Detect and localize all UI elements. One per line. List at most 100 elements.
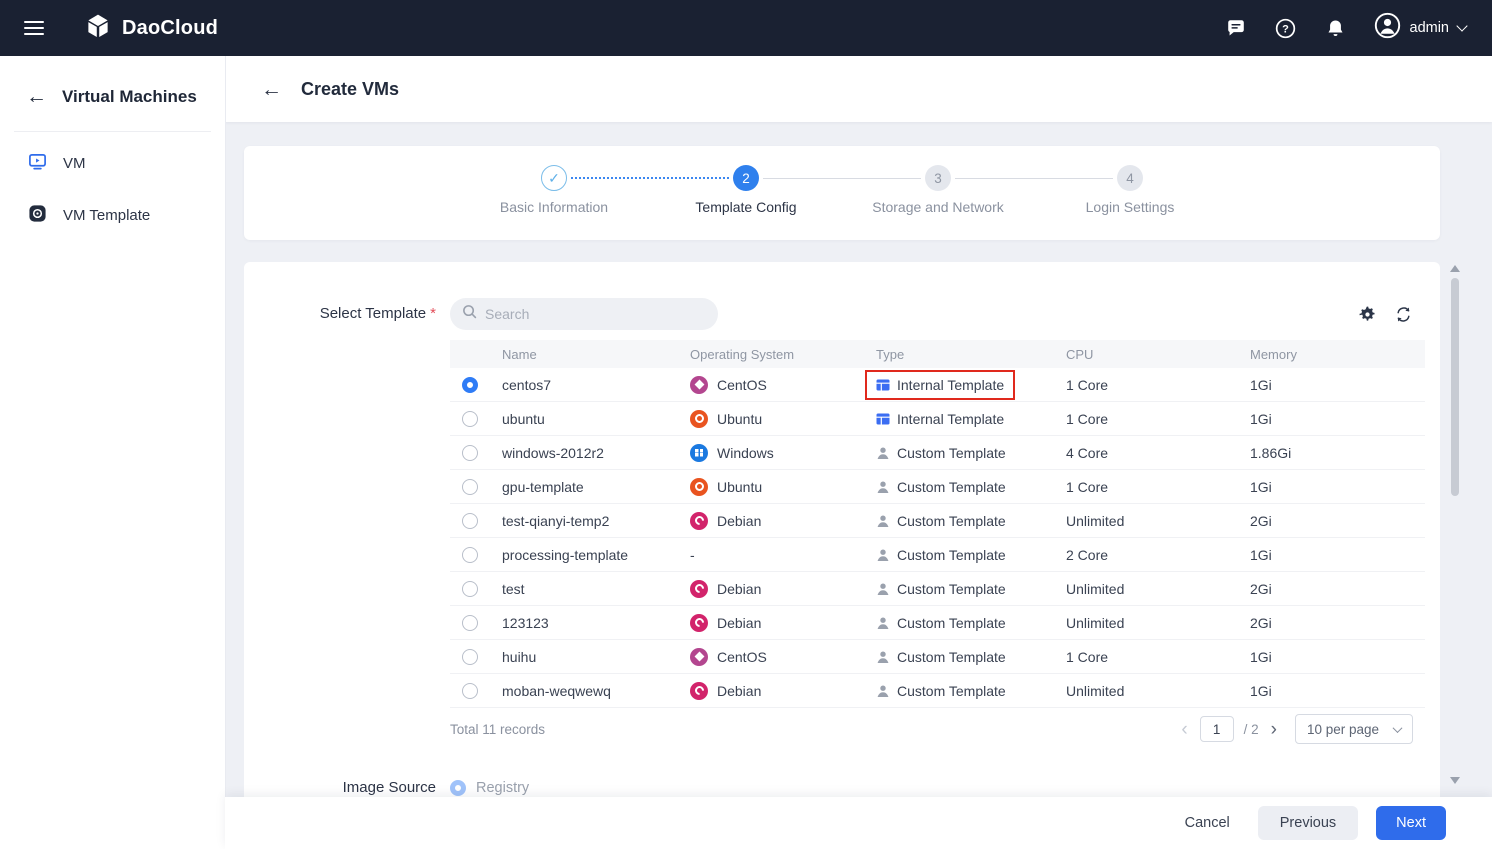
table-row[interactable]: moban-weqwewq Debian Custom Template Unl… (450, 674, 1425, 708)
table-row[interactable]: centos7 CentOS Internal Template 1 Core … (450, 368, 1425, 402)
os-icon (690, 614, 708, 632)
row-type-cell: Custom Template (876, 506, 1066, 536)
table-row[interactable]: huihu CentOS Custom Template 1 Core 1Gi (450, 640, 1425, 674)
scroll-down-icon[interactable] (1450, 777, 1460, 784)
row-radio[interactable] (462, 649, 478, 665)
table-row[interactable]: processing-template - Custom Template 2 … (450, 538, 1425, 572)
search-box[interactable] (450, 298, 718, 330)
daocloud-logo-icon (84, 12, 112, 45)
row-memory: 2Gi (1250, 615, 1425, 631)
row-memory: 2Gi (1250, 581, 1425, 597)
sidebar-item-label: VM Template (63, 207, 150, 224)
next-button[interactable]: Next (1376, 806, 1446, 840)
sidebar-item-vm-template[interactable]: VM Template (0, 194, 225, 236)
row-os: Ubuntu (717, 411, 762, 427)
page-back-arrow-icon[interactable]: ← (261, 79, 282, 100)
row-radio[interactable] (462, 411, 478, 427)
custom-template-icon (876, 446, 890, 460)
scrollbar-thumb[interactable] (1451, 278, 1459, 496)
row-os: CentOS (717, 377, 767, 393)
header-cpu: CPU (1066, 347, 1250, 362)
row-radio[interactable] (462, 683, 478, 699)
row-radio[interactable] (462, 377, 478, 393)
row-type: Custom Template (897, 615, 1006, 631)
step-template-config[interactable]: 2 Template Config (733, 165, 759, 191)
row-type-cell: Custom Template (876, 438, 1066, 468)
image-source-label: Image Source (244, 774, 436, 796)
row-name: centos7 (502, 377, 690, 393)
sidebar-title: Virtual Machines (62, 87, 197, 107)
os-icon (690, 478, 708, 496)
messages-icon[interactable] (1224, 16, 1248, 40)
sidebar-divider (14, 131, 211, 132)
row-name: huihu (502, 649, 690, 665)
svg-text:?: ? (1282, 23, 1289, 35)
stepper-card: ✓ Basic Information 2 Template Config 3 … (244, 146, 1440, 240)
step-basic-information[interactable]: ✓ Basic Information (541, 165, 567, 191)
user-menu[interactable]: admin (1374, 12, 1467, 44)
header-type: Type (876, 347, 1066, 362)
os-icon (690, 648, 708, 666)
cancel-button[interactable]: Cancel (1175, 807, 1240, 839)
row-radio[interactable] (462, 479, 478, 495)
brand-name: DaoCloud (122, 17, 218, 40)
registry-label: Registry (476, 780, 529, 796)
row-type: Custom Template (897, 479, 1006, 495)
row-radio[interactable] (462, 513, 478, 529)
row-cpu: 1 Core (1066, 649, 1250, 665)
row-type: Custom Template (897, 649, 1006, 665)
page-total: / 2 (1244, 722, 1259, 737)
hamburger-menu-icon[interactable] (24, 21, 44, 35)
table-row[interactable]: test-qianyi-temp2 Debian Custom Template… (450, 504, 1425, 538)
row-type-cell: Custom Template (876, 540, 1066, 570)
row-type: Internal Template (897, 377, 1004, 393)
prev-page-icon[interactable]: ‹ (1179, 720, 1189, 739)
vm-template-icon (28, 204, 47, 227)
row-memory: 1Gi (1250, 683, 1425, 699)
table-row[interactable]: 123123 Debian Custom Template Unlimited … (450, 606, 1425, 640)
custom-template-icon (876, 616, 890, 630)
step-number: 4 (1117, 165, 1143, 191)
per-page-select[interactable]: 10 per page (1295, 714, 1413, 744)
os-icon (690, 376, 708, 394)
wizard-stepper: ✓ Basic Information 2 Template Config 3 … (244, 146, 1440, 191)
table-row[interactable]: test Debian Custom Template Unlimited 2G… (450, 572, 1425, 606)
row-os: Debian (717, 683, 761, 699)
bottom-action-bar: Cancel Previous Next (225, 797, 1492, 849)
brand-logo[interactable]: DaoCloud (84, 12, 218, 45)
row-radio[interactable] (462, 615, 478, 631)
step-login-settings[interactable]: 4 Login Settings (1117, 165, 1143, 191)
row-radio[interactable] (462, 581, 478, 597)
sidebar-item-vm[interactable]: VM (0, 142, 225, 184)
previous-button[interactable]: Previous (1258, 806, 1358, 840)
row-memory: 2Gi (1250, 513, 1425, 529)
help-icon[interactable]: ? (1274, 16, 1298, 40)
row-type: Custom Template (897, 513, 1006, 529)
table-row[interactable]: windows-2012r2 Windows Custom Template 4… (450, 436, 1425, 470)
row-radio[interactable] (462, 445, 478, 461)
vertical-scrollbar (1449, 262, 1461, 790)
row-type-cell: Internal Template (876, 370, 1066, 400)
step-done-check-icon: ✓ (541, 165, 567, 191)
page-number-input[interactable] (1200, 716, 1234, 742)
next-page-icon[interactable]: › (1269, 720, 1279, 739)
custom-template-icon (876, 480, 890, 494)
sidebar-back-arrow-icon[interactable]: ← (26, 86, 47, 107)
table-row[interactable]: ubuntu Ubuntu Internal Template 1 Core 1… (450, 402, 1425, 436)
row-memory: 1Gi (1250, 547, 1425, 563)
notifications-bell-icon[interactable] (1324, 16, 1348, 40)
custom-template-icon (876, 548, 890, 562)
settings-gear-icon[interactable] (1357, 304, 1377, 324)
refresh-icon[interactable] (1393, 304, 1413, 324)
step-storage-and-network[interactable]: 3 Storage and Network (925, 165, 951, 191)
registry-radio[interactable] (450, 780, 466, 796)
row-name: gpu-template (502, 479, 690, 495)
step-connector (955, 165, 1113, 191)
row-os: Debian (717, 615, 761, 631)
row-radio[interactable] (462, 547, 478, 563)
row-type-cell: Custom Template (876, 676, 1066, 706)
row-cpu: Unlimited (1066, 581, 1250, 597)
scroll-up-icon[interactable] (1450, 265, 1460, 272)
search-input[interactable] (485, 306, 706, 322)
table-row[interactable]: gpu-template Ubuntu Custom Template 1 Co… (450, 470, 1425, 504)
